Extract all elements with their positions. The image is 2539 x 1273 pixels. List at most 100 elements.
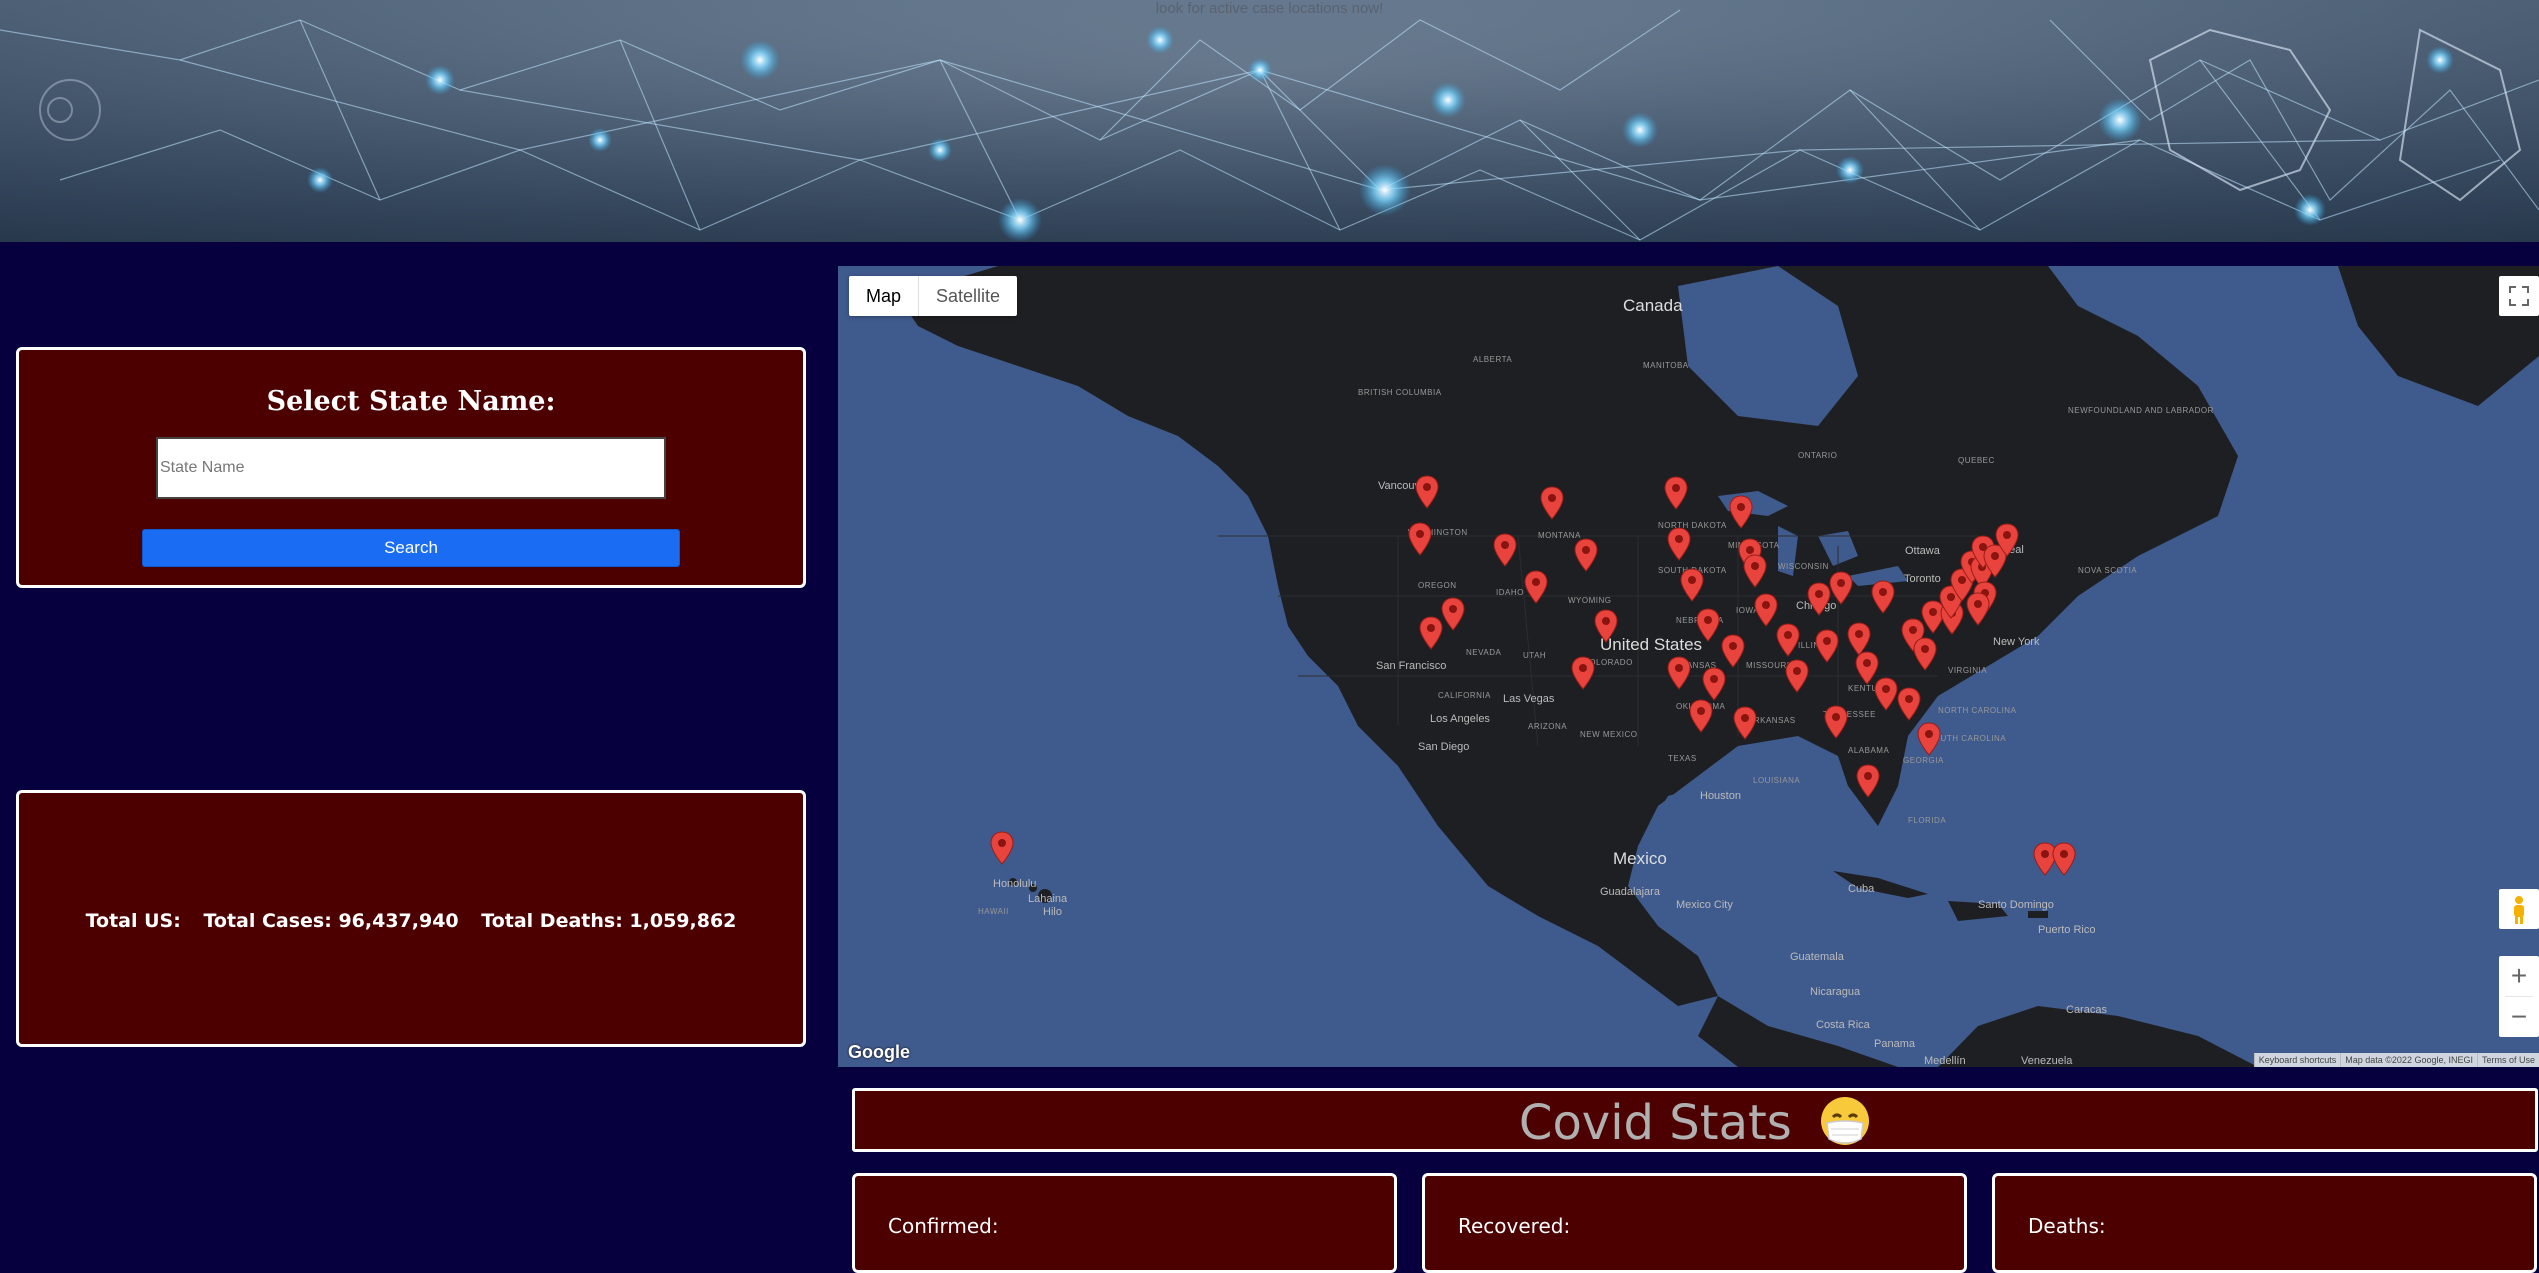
map-pin-icon[interactable] xyxy=(1815,629,1839,663)
select-state-title: Select State Name: xyxy=(266,386,556,417)
map-type-map-button[interactable]: Map xyxy=(849,276,920,316)
zoom-in-icon[interactable]: + xyxy=(2499,956,2539,996)
label-guatemala: Guatemala xyxy=(1790,951,1844,963)
label-north-carolina: NORTH CAROLINA xyxy=(1938,706,2017,715)
network-background xyxy=(0,0,2539,242)
label-ottawa: Ottawa xyxy=(1905,545,1940,557)
label-toronto: Toronto xyxy=(1904,573,1941,585)
label-sd: San Diego xyxy=(1418,741,1470,753)
map-pin-icon[interactable] xyxy=(1680,568,1704,602)
label-caracas: Caracas xyxy=(2066,1004,2107,1016)
map-pin-icon[interactable] xyxy=(1807,582,1831,616)
label-bc: BRITISH COLUMBIA xyxy=(1358,388,1442,397)
map-pin-icon[interactable] xyxy=(1571,656,1595,690)
map-pin-icon[interactable] xyxy=(1874,677,1898,711)
map-pin-icon[interactable] xyxy=(1829,571,1853,605)
confirmed-card: Confirmed: xyxy=(852,1173,1397,1273)
hero-tagline: look for active case locations now! xyxy=(1155,0,1384,17)
pegman-icon xyxy=(2514,896,2524,924)
deaths-label: Deaths: xyxy=(2028,1214,2106,1238)
label-georgia: GEORGIA xyxy=(1903,756,1944,765)
state-name-input[interactable] xyxy=(156,437,666,499)
label-medellin: Medellín xyxy=(1924,1055,1966,1067)
map-type-satellite-button[interactable]: Satellite xyxy=(919,276,1017,316)
label-utah: UTAH xyxy=(1523,651,1547,660)
search-button[interactable]: Search xyxy=(142,529,680,567)
map-pin-icon[interactable] xyxy=(1540,486,1564,520)
map-pin-icon[interactable] xyxy=(1785,659,1809,693)
map-pin-icon[interactable] xyxy=(1824,705,1848,739)
state-search-panel: Select State Name: Search xyxy=(16,347,806,588)
covid-stats-title: Covid Stats xyxy=(855,1095,2535,1151)
map-pin-icon[interactable] xyxy=(1419,616,1443,650)
map-pin-icon[interactable] xyxy=(1667,527,1691,561)
label-panama: Panama xyxy=(1874,1038,1915,1050)
label-las-vegas: Las Vegas xyxy=(1503,693,1555,705)
label-puerto-rico: Puerto Rico xyxy=(2038,924,2096,936)
label-mexico: Mexico xyxy=(1613,849,1667,868)
fullscreen-icon xyxy=(2509,286,2529,306)
label-missouri: MISSOURI xyxy=(1746,661,1790,670)
map-pin-icon[interactable] xyxy=(1441,597,1465,631)
map-pin-icon[interactable] xyxy=(1689,699,1713,733)
label-texas: TEXAS xyxy=(1668,754,1697,763)
label-honolulu: Honolulu xyxy=(993,878,1037,890)
label-guadalajara: Guadalajara xyxy=(1600,886,1660,898)
recovered-label: Recovered: xyxy=(1458,1214,1571,1238)
map-pin-icon[interactable] xyxy=(1995,523,2019,557)
label-mexico-city: Mexico City xyxy=(1676,899,1733,911)
google-logo: Google xyxy=(848,1042,910,1062)
label-california: CALIFORNIA xyxy=(1438,691,1492,700)
label-oregon: OREGON xyxy=(1418,581,1457,590)
map-pin-icon[interactable] xyxy=(2052,842,2076,876)
map-pin-icon[interactable] xyxy=(1743,554,1767,588)
map-pin-icon[interactable] xyxy=(1871,580,1895,614)
total-us-label: Total US: xyxy=(85,910,181,932)
map-pin-icon[interactable] xyxy=(1733,706,1757,740)
map-pin-icon[interactable] xyxy=(1574,538,1598,572)
zoom-out-icon[interactable]: − xyxy=(2499,997,2539,1037)
map-pin-icon[interactable] xyxy=(1856,764,1880,798)
map-pin-icon[interactable] xyxy=(1696,608,1720,642)
label-louisiana: LOUISIANA xyxy=(1753,776,1801,785)
covid-map[interactable]: Canada United States Mexico Vancouver Sa… xyxy=(838,266,2539,1067)
label-canada: Canada xyxy=(1623,296,1683,315)
map-pin-icon[interactable] xyxy=(990,831,1014,865)
label-nova-scotia: NOVA SCOTIA xyxy=(2078,566,2138,575)
label-nicaragua: Nicaragua xyxy=(1810,986,1861,998)
map-pin-icon[interactable] xyxy=(1754,593,1778,627)
total-cases: Total Cases: 96,437,940 xyxy=(203,910,459,932)
map-pin-icon[interactable] xyxy=(1667,656,1691,690)
label-manitoba: MANITOBA xyxy=(1643,361,1689,370)
map-pin-icon[interactable] xyxy=(1917,722,1941,756)
zoom-control: + − xyxy=(2499,956,2539,1037)
terms-link[interactable]: Terms of Use xyxy=(2476,1053,2539,1067)
map-pin-icon[interactable] xyxy=(1524,570,1548,604)
label-new-mexico: NEW MEXICO xyxy=(1580,730,1638,739)
label-arizona: ARIZONA xyxy=(1528,722,1568,731)
map-data-text: Map data ©2022 Google, INEGI xyxy=(2340,1053,2477,1067)
map-pin-icon[interactable] xyxy=(1415,475,1439,509)
label-hilo: Hilo xyxy=(1043,906,1062,918)
total-deaths: Total Deaths: 1,059,862 xyxy=(481,910,737,932)
map-pin-icon[interactable] xyxy=(1702,667,1726,701)
label-costa-rica: Costa Rica xyxy=(1816,1019,1870,1031)
us-totals-panel: Total US: Total Cases: 96,437,940 Total … xyxy=(16,790,806,1047)
map-pin-icon[interactable] xyxy=(1776,623,1800,657)
us-totals-line: Total US: Total Cases: 96,437,940 Total … xyxy=(19,910,803,932)
map-pin-icon[interactable] xyxy=(1594,609,1618,643)
street-view-button[interactable] xyxy=(2499,889,2539,929)
label-sf: San Francisco xyxy=(1376,660,1447,672)
label-virginia: VIRGINIA xyxy=(1948,666,1988,675)
map-pin-icon[interactable] xyxy=(1729,495,1753,529)
keyboard-shortcuts-link[interactable]: Keyboard shortcuts xyxy=(2253,1053,2341,1067)
map-pin-icon[interactable] xyxy=(1721,634,1745,668)
map-pin-icon[interactable] xyxy=(1913,637,1937,671)
map-pin-icon[interactable] xyxy=(1897,687,1921,721)
map-pin-icon[interactable] xyxy=(1966,592,1990,626)
fullscreen-button[interactable] xyxy=(2499,276,2539,316)
deaths-card: Deaths: xyxy=(1992,1173,2537,1273)
map-pin-icon[interactable] xyxy=(1408,522,1432,556)
map-pin-icon[interactable] xyxy=(1664,476,1688,510)
map-pin-icon[interactable] xyxy=(1493,533,1517,567)
